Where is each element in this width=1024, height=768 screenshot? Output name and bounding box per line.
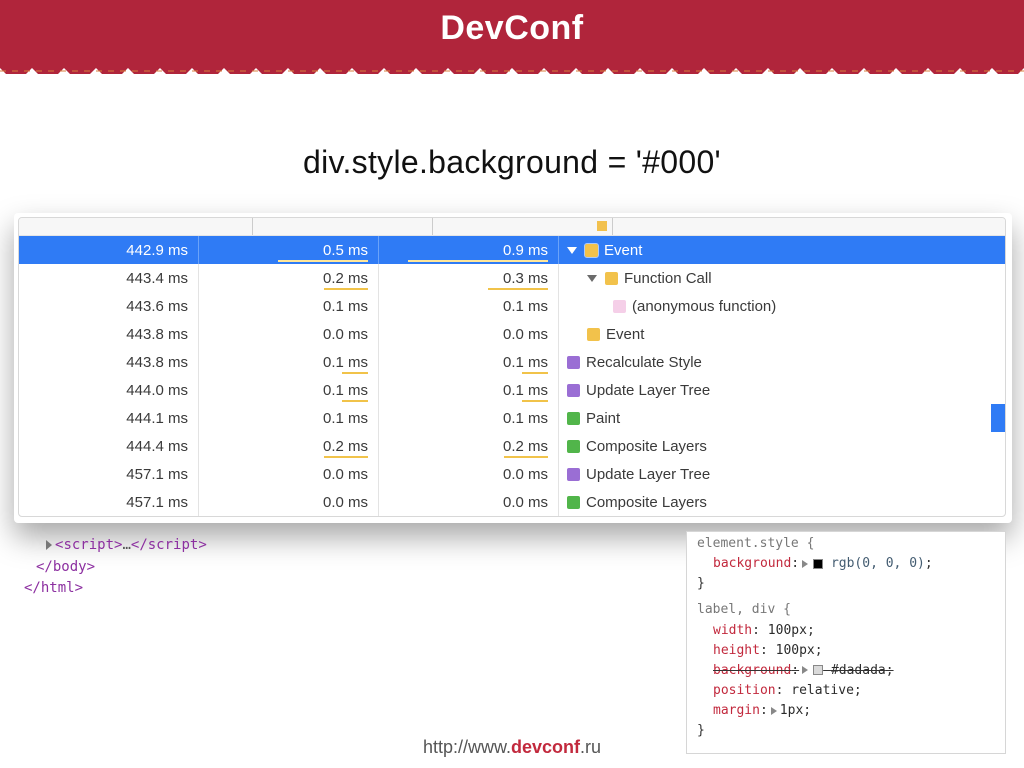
timing-cell: 457.1 ms xyxy=(19,488,199,516)
timing-cell: 0.0 ms xyxy=(379,320,559,348)
timing-cell: 0.1 ms xyxy=(379,404,559,432)
header-zigzag xyxy=(0,56,1024,104)
table-row[interactable]: 444.0 ms0.1 ms0.1 msUpdate Layer Tree xyxy=(19,376,1005,404)
table-row[interactable]: 457.1 ms0.0 ms0.0 msUpdate Layer Tree xyxy=(19,460,1005,488)
timing-cell: 0.0 ms xyxy=(199,320,379,348)
timing-cell: 443.8 ms xyxy=(19,348,199,376)
timing-cell: 0.1 ms xyxy=(199,404,379,432)
timing-cell: 443.4 ms xyxy=(19,264,199,292)
timing-cell: 0.1 ms xyxy=(379,348,559,376)
timing-cell: 0.1 ms xyxy=(379,292,559,320)
timing-cell: 0.5 ms xyxy=(199,236,379,264)
disclosure-arrow-icon[interactable] xyxy=(567,247,577,254)
tree-cell: Paint xyxy=(559,404,1005,432)
timing-cell: 0.2 ms xyxy=(199,264,379,292)
tree-cell: Event xyxy=(559,236,1005,264)
table-row[interactable]: 442.9 ms0.5 ms0.9 ms Event xyxy=(19,236,1005,264)
source-snippet: <script>…</script> </body> </html> xyxy=(18,531,676,754)
event-table: 442.9 ms0.5 ms0.9 msEvent443.4 ms0.2 ms0… xyxy=(19,236,1005,516)
tree-cell: Function Call xyxy=(559,264,1005,292)
timing-cell: 442.9 ms xyxy=(19,236,199,264)
timing-cell: 443.8 ms xyxy=(19,320,199,348)
timing-cell: 0.1 ms xyxy=(199,292,379,320)
event-label: Event xyxy=(604,242,642,259)
rule-selector: element.style { xyxy=(697,536,814,551)
timing-cell: 0.1 ms xyxy=(379,376,559,404)
category-swatch-icon xyxy=(567,384,580,397)
tree-cell: Update Layer Tree xyxy=(559,460,1005,488)
timing-cell: 444.0 ms xyxy=(19,376,199,404)
expand-arrow-icon[interactable] xyxy=(46,540,52,550)
header-bar: DevConf xyxy=(0,0,1024,56)
timing-cell: 444.1 ms xyxy=(19,404,199,432)
timing-cell: 0.2 ms xyxy=(379,432,559,460)
table-row[interactable]: 444.4 ms0.2 ms0.2 msComposite Layers xyxy=(19,432,1005,460)
timing-cell: 444.4 ms xyxy=(19,432,199,460)
event-label: (anonymous function) xyxy=(632,298,776,315)
tree-cell: Recalculate Style xyxy=(559,348,1005,376)
timing-cell: 443.6 ms xyxy=(19,292,199,320)
tree-cell: Event xyxy=(559,320,1005,348)
timeline-ruler xyxy=(19,218,1005,236)
slide-title: div.style.background = '#000' xyxy=(0,144,1024,181)
timing-cell: 0.0 ms xyxy=(379,488,559,516)
event-label: Paint xyxy=(586,410,620,427)
color-swatch-icon[interactable] xyxy=(813,665,823,675)
tree-cell: (anonymous function) xyxy=(559,292,1005,320)
timing-cell: 0.0 ms xyxy=(379,460,559,488)
table-row[interactable]: 457.1 ms0.0 ms0.0 msComposite Layers xyxy=(19,488,1005,516)
timing-cell: 457.1 ms xyxy=(19,460,199,488)
event-label: Update Layer Tree xyxy=(586,382,710,399)
timing-cell: 0.9 ms xyxy=(379,236,559,264)
category-swatch-icon xyxy=(567,496,580,509)
category-swatch-icon xyxy=(567,356,580,369)
expand-tri-icon[interactable] xyxy=(802,560,808,568)
selection-strip xyxy=(991,404,1005,432)
table-row[interactable]: 443.4 ms0.2 ms0.3 ms Function Call xyxy=(19,264,1005,292)
expand-tri-icon[interactable] xyxy=(802,666,808,674)
event-label: Composite Layers xyxy=(586,438,707,455)
event-label: Event xyxy=(606,326,644,343)
event-label: Update Layer Tree xyxy=(586,466,710,483)
timing-cell: 0.0 ms xyxy=(199,460,379,488)
category-swatch-icon xyxy=(585,244,598,257)
ruler-marker xyxy=(597,221,607,231)
timing-cell: 0.3 ms xyxy=(379,264,559,292)
disclosure-arrow-icon[interactable] xyxy=(587,275,597,282)
table-row[interactable]: 443.8 ms0.0 ms0.0 msEvent xyxy=(19,320,1005,348)
timeline-panel: 442.9 ms0.5 ms0.9 msEvent443.4 ms0.2 ms0… xyxy=(18,217,1006,517)
event-label: Function Call xyxy=(624,270,712,287)
category-swatch-icon xyxy=(567,468,580,481)
event-label: Recalculate Style xyxy=(586,354,702,371)
timing-cell: 0.1 ms xyxy=(199,348,379,376)
tree-cell: Update Layer Tree xyxy=(559,376,1005,404)
expand-tri-icon[interactable] xyxy=(771,707,777,715)
color-swatch-icon[interactable] xyxy=(813,559,823,569)
table-row[interactable]: 443.8 ms0.1 ms0.1 msRecalculate Style xyxy=(19,348,1005,376)
rule-selector: label, div { xyxy=(697,602,791,617)
category-swatch-icon xyxy=(605,272,618,285)
event-label: Composite Layers xyxy=(586,494,707,511)
table-row[interactable]: 443.6 ms0.1 ms0.1 ms(anonymous function) xyxy=(19,292,1005,320)
category-swatch-icon xyxy=(567,412,580,425)
styles-panel: element.style { background: rgb(0, 0, 0)… xyxy=(686,531,1006,754)
footer-url: http://www.devconf.ru xyxy=(0,737,1024,758)
category-swatch-icon xyxy=(613,300,626,313)
category-swatch-icon xyxy=(587,328,600,341)
timing-cell: 0.2 ms xyxy=(199,432,379,460)
tree-cell: Composite Layers xyxy=(559,432,1005,460)
table-row[interactable]: 444.1 ms0.1 ms0.1 msPaint xyxy=(19,404,1005,432)
brand-logo: DevConf xyxy=(440,9,583,48)
timing-cell: 0.0 ms xyxy=(199,488,379,516)
category-swatch-icon xyxy=(567,440,580,453)
tree-cell: Composite Layers xyxy=(559,488,1005,516)
timing-cell: 0.1 ms xyxy=(199,376,379,404)
